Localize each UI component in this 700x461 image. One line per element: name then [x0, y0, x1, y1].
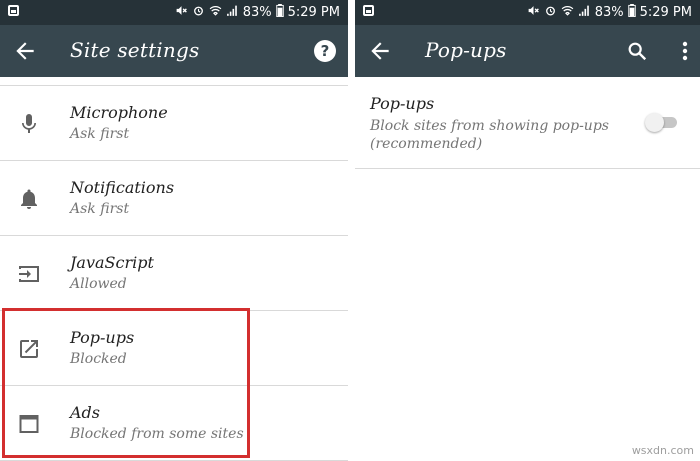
gallery-notification-icon [8, 5, 19, 16]
alarm-icon [544, 4, 557, 21]
setting-description: Block sites from showing pop-ups (recomm… [370, 118, 609, 152]
bell-icon [21, 189, 37, 209]
app-bar: Site settings ? [0, 25, 348, 77]
gallery-notification-icon [363, 5, 374, 16]
javascript-icon [19, 266, 39, 282]
signal-icon [226, 4, 239, 21]
microphone-icon [22, 114, 36, 133]
toggle-thumb [645, 113, 664, 132]
signal-icon [578, 4, 591, 21]
battery-percent: 83% [594, 5, 624, 20]
open-in-new-icon [20, 340, 38, 358]
popups-setting-row[interactable]: Pop-ups Block sites from showing pop-ups… [355, 77, 700, 169]
window-icon [19, 415, 39, 433]
status-icons: 83% 5:29 PM [175, 4, 340, 21]
back-arrow-icon[interactable] [12, 38, 38, 64]
popups-toggle[interactable] [645, 113, 679, 132]
list-item-label: Notifications [70, 178, 175, 197]
more-options-icon[interactable] [682, 40, 688, 62]
alarm-icon [192, 4, 205, 21]
list-item-javascript[interactable]: JavaScript Allowed [0, 236, 348, 311]
app-bar: Pop-ups [355, 25, 700, 77]
setting-label: Pop-ups [370, 94, 435, 113]
screen-divider [348, 0, 355, 461]
search-icon[interactable] [626, 40, 648, 62]
site-settings-list: Microphone Ask first Notifications Ask f… [0, 77, 348, 461]
back-arrow-icon[interactable] [367, 38, 393, 64]
wifi-icon [209, 4, 222, 21]
list-item-sublabel: Ask first [70, 126, 130, 142]
list-item-label: Pop-ups [70, 328, 135, 347]
page-title: Pop-ups [425, 38, 507, 62]
watermark: wsxdn.com [631, 444, 694, 457]
list-item-popups[interactable]: Pop-ups Blocked [0, 311, 348, 386]
clock: 5:29 PM [287, 5, 340, 20]
wifi-icon [561, 4, 574, 21]
list-item-sublabel: Blocked from some sites [70, 426, 244, 442]
battery-icon [627, 4, 636, 21]
list-item-notifications[interactable]: Notifications Ask first [0, 161, 348, 236]
popups-screen: 83% 5:29 PM Pop-ups Pop-ups Block sites … [355, 0, 700, 461]
status-icons: 83% 5:29 PM [527, 4, 692, 21]
battery-percent: 83% [242, 5, 272, 20]
clock: 5:29 PM [639, 5, 692, 20]
page-title: Site settings [70, 38, 200, 62]
status-bar: 83% 5:29 PM [355, 0, 700, 25]
list-item-sublabel: Allowed [70, 276, 127, 292]
mute-icon [175, 4, 188, 21]
list-divider [0, 77, 348, 86]
status-bar: 83% 5:29 PM [0, 0, 348, 25]
list-item-ads[interactable]: Ads Blocked from some sites [0, 386, 348, 461]
list-item-sublabel: Blocked [70, 351, 127, 367]
list-item-sublabel: Ask first [70, 201, 130, 217]
list-item-label: Microphone [70, 103, 168, 122]
mute-icon [527, 4, 540, 21]
list-item-microphone[interactable]: Microphone Ask first [0, 86, 348, 161]
battery-icon [275, 4, 284, 21]
list-item-label: Ads [70, 403, 101, 422]
list-item-label: JavaScript [70, 253, 154, 272]
help-icon[interactable]: ? [314, 40, 336, 62]
site-settings-screen: 83% 5:29 PM Site settings ? Microphone A… [0, 0, 348, 461]
